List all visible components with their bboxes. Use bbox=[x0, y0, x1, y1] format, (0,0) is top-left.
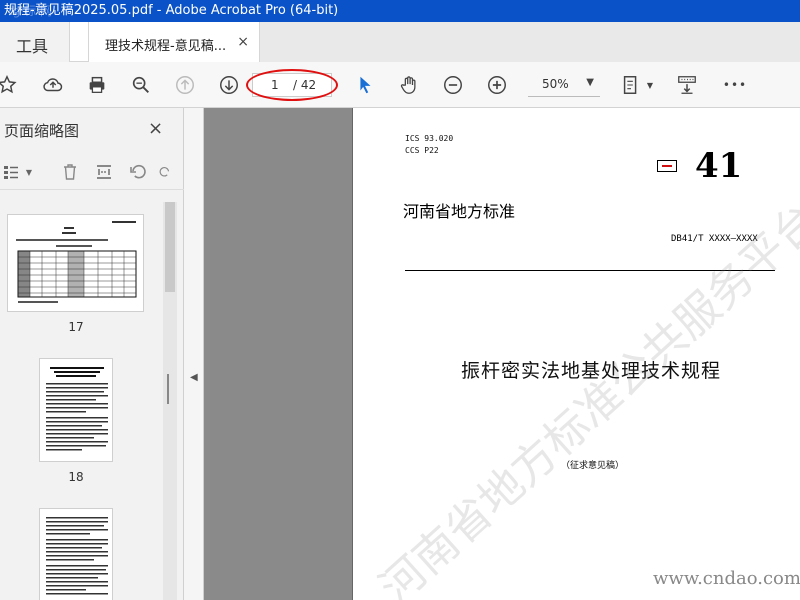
zoom-in-icon[interactable] bbox=[486, 74, 508, 96]
page-thumbnail[interactable] bbox=[7, 214, 144, 312]
page-number-highlight-annotation bbox=[246, 69, 338, 101]
chevron-down-icon: ▼ bbox=[586, 77, 594, 88]
tab-tools[interactable]: 工具 bbox=[0, 22, 70, 62]
thumbnails-scrollbar[interactable] bbox=[163, 202, 177, 600]
close-tab-icon[interactable]: × bbox=[237, 34, 249, 50]
ics-code: ICS 93.020 bbox=[405, 134, 454, 143]
tab-document[interactable]: 理技术规程-意见稿... × bbox=[88, 22, 260, 62]
thumbnail-toolbar: ▼ bbox=[0, 154, 184, 190]
rotate-clockwise-icon[interactable] bbox=[158, 162, 172, 182]
page-fit-icon[interactable] bbox=[620, 74, 642, 96]
document-viewer[interactable]: ICS 93.020 CCS P22 41 河南省地方标准 DB41/T XXX… bbox=[204, 108, 800, 600]
page-fit-menu-chevron-icon[interactable]: ▼ bbox=[644, 74, 656, 96]
print-icon[interactable] bbox=[86, 74, 108, 96]
platform-watermark: 河南省地方标准公共服务平台 bbox=[370, 193, 800, 600]
page-up-icon[interactable] bbox=[174, 74, 196, 96]
delete-page-icon[interactable] bbox=[60, 162, 80, 182]
standard-code-number: 41 bbox=[695, 146, 743, 186]
splitter-grip[interactable] bbox=[167, 374, 169, 404]
page-down-icon[interactable] bbox=[218, 74, 240, 96]
thumbnail-page-number: 18 bbox=[68, 470, 84, 484]
more-glyph: ••• bbox=[722, 78, 748, 92]
site-watermark: www.cndao.com bbox=[653, 568, 800, 589]
extract-pages-icon[interactable] bbox=[94, 162, 114, 182]
more-icon[interactable]: ••• bbox=[722, 74, 748, 96]
thumbnails-scrollbar-thumb[interactable] bbox=[165, 202, 175, 292]
tab-bar: 工具 理技术规程-意见稿... × bbox=[0, 22, 800, 62]
thumbnail-page-number: 17 bbox=[68, 320, 84, 334]
star-icon[interactable] bbox=[0, 74, 18, 96]
tab-document-label: 理技术规程-意见稿... bbox=[105, 39, 227, 54]
select-arrow-icon[interactable] bbox=[354, 74, 376, 96]
page-thumbnail[interactable] bbox=[39, 508, 113, 600]
tab-tools-label: 工具 bbox=[16, 37, 49, 56]
text-page-preview bbox=[46, 367, 108, 451]
thumbnails-panel: 页面缩略图 × ▼ 17 18 bbox=[0, 108, 184, 600]
hand-icon[interactable] bbox=[398, 74, 420, 96]
main-toolbar: 1 / 42 50% ▼ ▼ ••• bbox=[0, 62, 800, 108]
panel-splitter[interactable]: ◀ bbox=[167, 108, 204, 600]
pdf-page: ICS 93.020 CCS P22 41 河南省地方标准 DB41/T XXX… bbox=[352, 108, 800, 600]
zoom-level-dropdown[interactable]: 50% ▼ bbox=[528, 73, 600, 97]
page-thumbnail[interactable] bbox=[39, 358, 113, 462]
table-page-preview bbox=[16, 221, 137, 303]
close-panel-icon[interactable]: × bbox=[148, 118, 163, 139]
thumbnail-options-chevron-icon[interactable]: ▼ bbox=[24, 162, 34, 182]
tab-bar-empty-area bbox=[260, 22, 800, 62]
site-logo-watermark: tg 标 网 bbox=[8, 4, 52, 18]
window-title: 规程-意见稿2025.05.pdf - Adobe Acrobat Pro (6… bbox=[4, 3, 339, 18]
window-titlebar: 规程-意见稿2025.05.pdf - Adobe Acrobat Pro (6… bbox=[0, 0, 800, 22]
rotate-counterclockwise-icon[interactable] bbox=[128, 162, 148, 182]
text-page-preview bbox=[46, 517, 108, 595]
keyboard-download-icon[interactable] bbox=[676, 74, 698, 96]
cloud-upload-icon[interactable] bbox=[42, 74, 64, 96]
ccs-code: CCS P22 bbox=[405, 146, 439, 155]
thumbnail-options-icon[interactable] bbox=[2, 162, 22, 182]
standard-organization: 河南省地方标准 bbox=[403, 202, 516, 221]
thumbnails-panel-title: 页面缩略图 bbox=[4, 122, 80, 140]
zoom-search-icon[interactable] bbox=[130, 74, 152, 96]
zoom-level-value: 50% bbox=[542, 77, 569, 91]
standard-mark-icon bbox=[657, 160, 677, 172]
collapse-panel-icon[interactable]: ◀ bbox=[190, 372, 198, 383]
zoom-out-icon[interactable] bbox=[442, 74, 464, 96]
